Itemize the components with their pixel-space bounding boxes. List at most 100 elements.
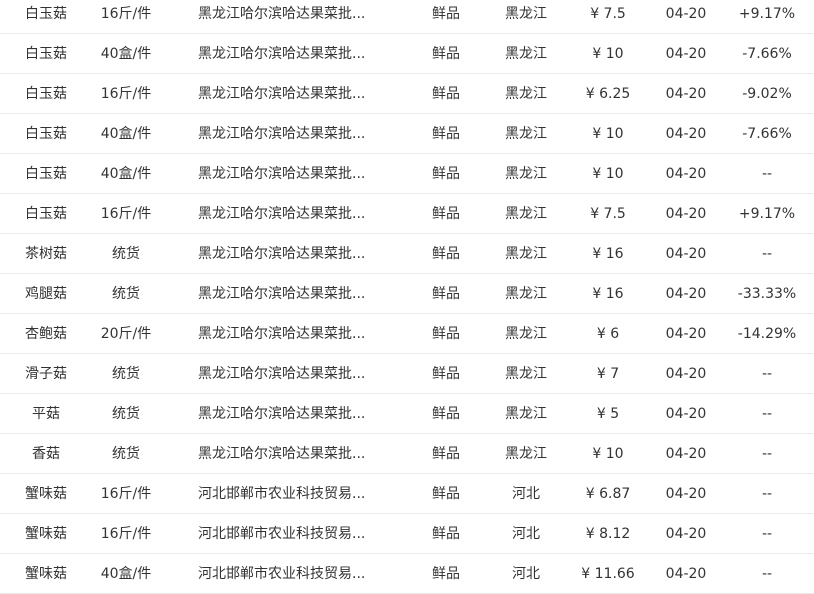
price-cell: ¥ 6 <box>596 326 620 342</box>
spec-cell: 统货 <box>112 446 140 462</box>
change-cell: -- <box>761 446 773 462</box>
type-cell: 鲜品 <box>432 206 460 222</box>
region-cell: 黑龙江 <box>505 6 547 22</box>
region-cell: 黑龙江 <box>505 126 547 142</box>
type-cell: 鲜品 <box>432 246 460 262</box>
product-name-cell: 蟹味菇 <box>25 526 67 542</box>
table-row: 香菇 统货 黑龙江哈尔滨哈达果菜批... 鲜品 黑龙江 ¥ 10 04-20 -… <box>0 434 814 474</box>
change-cell: -7.66% <box>742 46 792 62</box>
product-name-cell: 滑子菇 <box>25 366 67 382</box>
date-cell: 04-20 <box>665 246 707 262</box>
table-row: 蟹味菇 40盒/件 河北邯郸市农业科技贸易... 鲜品 河北 ¥ 11.66 0… <box>0 554 814 594</box>
type-cell: 鲜品 <box>432 566 460 582</box>
region-cell: 河北 <box>512 486 540 502</box>
price-cell: ¥ 6.25 <box>585 86 631 102</box>
type-cell: 鲜品 <box>432 526 460 542</box>
price-cell: ¥ 11.66 <box>581 566 635 582</box>
type-cell: 鲜品 <box>432 326 460 342</box>
table-row: 茶树菇 统货 黑龙江哈尔滨哈达果菜批... 鲜品 黑龙江 ¥ 16 04-20 … <box>0 234 814 274</box>
date-cell: 04-20 <box>665 286 707 302</box>
market-link[interactable]: 黑龙江哈尔滨哈达果菜批... <box>198 0 388 34</box>
region-cell: 黑龙江 <box>505 286 547 302</box>
price-cell: ¥ 16 <box>592 286 624 302</box>
market-link[interactable]: 河北邯郸市农业科技贸易... <box>198 514 388 554</box>
table-row: 白玉菇 40盒/件 黑龙江哈尔滨哈达果菜批... 鲜品 黑龙江 ¥ 10 04-… <box>0 114 814 154</box>
spec-cell: 40盒/件 <box>100 166 152 182</box>
market-link[interactable]: 黑龙江哈尔滨哈达果菜批... <box>198 34 388 74</box>
market-link[interactable]: 黑龙江哈尔滨哈达果菜批... <box>198 114 388 154</box>
product-name-cell: 鸡腿菇 <box>25 286 67 302</box>
product-name-cell: 香菇 <box>32 446 60 462</box>
price-cell: ¥ 6.87 <box>585 486 631 502</box>
product-name-cell: 平菇 <box>32 406 60 422</box>
region-cell: 黑龙江 <box>505 206 547 222</box>
date-cell: 04-20 <box>665 6 707 22</box>
spec-cell: 统货 <box>112 366 140 382</box>
market-link[interactable]: 黑龙江哈尔滨哈达果菜批... <box>198 314 388 354</box>
region-cell: 黑龙江 <box>505 46 547 62</box>
change-cell: +9.17% <box>738 6 796 22</box>
table-row: 蟹味菇 16斤/件 河北邯郸市农业科技贸易... 鲜品 河北 ¥ 6.87 04… <box>0 474 814 514</box>
spec-cell: 统货 <box>112 286 140 302</box>
region-cell: 河北 <box>512 566 540 582</box>
change-cell: -- <box>761 166 773 182</box>
change-cell: -- <box>761 526 773 542</box>
market-link[interactable]: 黑龙江哈尔滨哈达果菜批... <box>198 434 388 474</box>
table-row: 白玉菇 40盒/件 黑龙江哈尔滨哈达果菜批... 鲜品 黑龙江 ¥ 10 04-… <box>0 154 814 194</box>
market-link[interactable]: 河北邯郸市农业科技贸易... <box>198 554 388 594</box>
price-cell: ¥ 10 <box>592 46 624 62</box>
price-cell: ¥ 5 <box>596 406 620 422</box>
market-link[interactable]: 黑龙江哈尔滨哈达果菜批... <box>198 154 388 194</box>
change-cell: -- <box>761 566 773 582</box>
product-name-cell: 蟹味菇 <box>25 566 67 582</box>
region-cell: 河北 <box>512 526 540 542</box>
region-cell: 黑龙江 <box>505 246 547 262</box>
table-row: 杏鲍菇 20斤/件 黑龙江哈尔滨哈达果菜批... 鲜品 黑龙江 ¥ 6 04-2… <box>0 314 814 354</box>
price-cell: ¥ 10 <box>592 126 624 142</box>
spec-cell: 20斤/件 <box>100 326 152 342</box>
date-cell: 04-20 <box>665 46 707 62</box>
type-cell: 鲜品 <box>432 46 460 62</box>
product-name-cell: 白玉菇 <box>25 46 67 62</box>
region-cell: 黑龙江 <box>505 326 547 342</box>
type-cell: 鲜品 <box>432 86 460 102</box>
market-link[interactable]: 河北邯郸市农业科技贸易... <box>198 474 388 514</box>
market-link[interactable]: 黑龙江哈尔滨哈达果菜批... <box>198 194 388 234</box>
market-link[interactable]: 黑龙江哈尔滨哈达果菜批... <box>198 354 388 394</box>
region-cell: 黑龙江 <box>505 366 547 382</box>
date-cell: 04-20 <box>665 526 707 542</box>
price-table: 白玉菇 16斤/件 黑龙江哈尔滨哈达果菜批... 鲜品 黑龙江 ¥ 7.5 04… <box>0 0 814 594</box>
date-cell: 04-20 <box>665 326 707 342</box>
region-cell: 黑龙江 <box>505 166 547 182</box>
market-link[interactable]: 黑龙江哈尔滨哈达果菜批... <box>198 394 388 434</box>
change-cell: -- <box>761 406 773 422</box>
table-row: 白玉菇 40盒/件 黑龙江哈尔滨哈达果菜批... 鲜品 黑龙江 ¥ 10 04-… <box>0 34 814 74</box>
type-cell: 鲜品 <box>432 6 460 22</box>
table-row: 白玉菇 16斤/件 黑龙江哈尔滨哈达果菜批... 鲜品 黑龙江 ¥ 7.5 04… <box>0 194 814 234</box>
table-row: 蟹味菇 16斤/件 河北邯郸市农业科技贸易... 鲜品 河北 ¥ 8.12 04… <box>0 514 814 554</box>
price-cell: ¥ 8.12 <box>585 526 631 542</box>
price-cell: ¥ 7.5 <box>590 6 626 22</box>
table-row: 滑子菇 统货 黑龙江哈尔滨哈达果菜批... 鲜品 黑龙江 ¥ 7 04-20 -… <box>0 354 814 394</box>
spec-cell: 16斤/件 <box>100 486 152 502</box>
type-cell: 鲜品 <box>432 406 460 422</box>
spec-cell: 统货 <box>112 406 140 422</box>
change-cell: -9.02% <box>742 86 792 102</box>
price-cell: ¥ 7 <box>596 366 620 382</box>
market-link[interactable]: 黑龙江哈尔滨哈达果菜批... <box>198 274 388 314</box>
type-cell: 鲜品 <box>432 486 460 502</box>
change-cell: -- <box>761 246 773 262</box>
table-row: 鸡腿菇 统货 黑龙江哈尔滨哈达果菜批... 鲜品 黑龙江 ¥ 16 04-20 … <box>0 274 814 314</box>
type-cell: 鲜品 <box>432 126 460 142</box>
date-cell: 04-20 <box>665 566 707 582</box>
change-cell: -- <box>761 486 773 502</box>
region-cell: 黑龙江 <box>505 86 547 102</box>
date-cell: 04-20 <box>665 166 707 182</box>
product-name-cell: 蟹味菇 <box>25 486 67 502</box>
product-name-cell: 白玉菇 <box>25 86 67 102</box>
market-link[interactable]: 黑龙江哈尔滨哈达果菜批... <box>198 74 388 114</box>
spec-cell: 统货 <box>112 246 140 262</box>
product-name-cell: 白玉菇 <box>25 166 67 182</box>
market-link[interactable]: 黑龙江哈尔滨哈达果菜批... <box>198 234 388 274</box>
table-row: 白玉菇 16斤/件 黑龙江哈尔滨哈达果菜批... 鲜品 黑龙江 ¥ 7.5 04… <box>0 0 814 34</box>
